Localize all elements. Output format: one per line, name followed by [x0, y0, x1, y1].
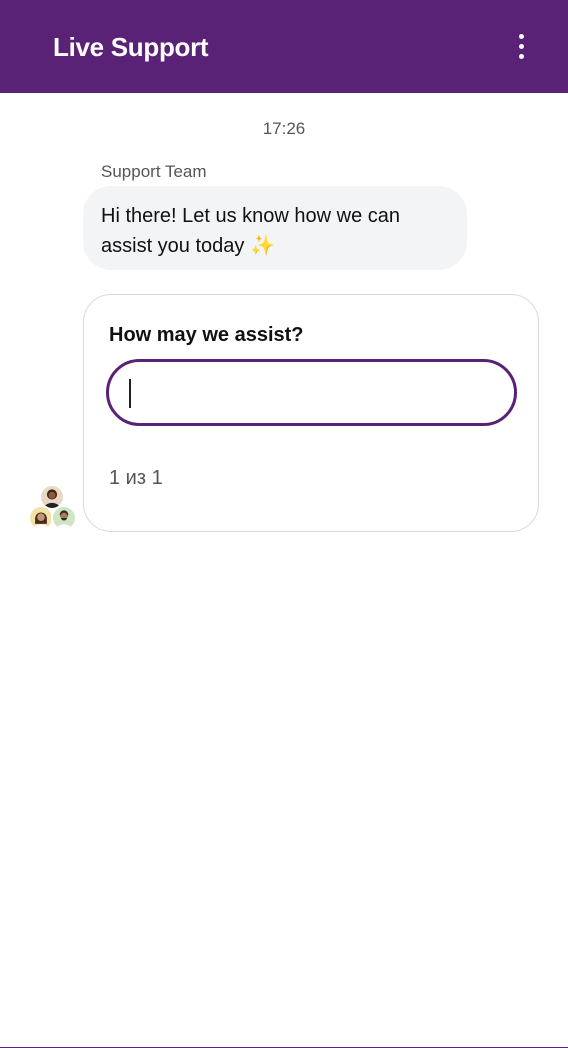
- message-timestamp: 17:26: [262, 119, 306, 138]
- chat-widget: Live Support 17:26 Support Team Hi there…: [0, 0, 568, 1048]
- message-bubble: Hi there! Let us know how we can assist …: [83, 186, 467, 270]
- answer-input[interactable]: [127, 370, 497, 414]
- text-caret: [129, 379, 131, 408]
- more-options-button[interactable]: [506, 28, 536, 64]
- form-question-label: How may we assist?: [109, 324, 304, 346]
- agent-avatar-icon: [51, 505, 77, 531]
- more-vertical-icon: [518, 43, 524, 49]
- header-title: Live Support: [53, 32, 209, 62]
- more-vertical-icon: [518, 33, 524, 39]
- more-vertical-icon: [518, 53, 524, 59]
- agent-avatar-group: [28, 484, 80, 534]
- sender-name: Support Team: [101, 162, 207, 181]
- sparkles-icon: ✨: [249, 235, 275, 257]
- question-form-card: How may we assist? 1 из 1: [83, 294, 539, 532]
- form-pager: 1 из 1: [109, 467, 163, 489]
- answer-input-field[interactable]: [106, 359, 517, 426]
- header-bar: Live Support: [0, 0, 568, 93]
